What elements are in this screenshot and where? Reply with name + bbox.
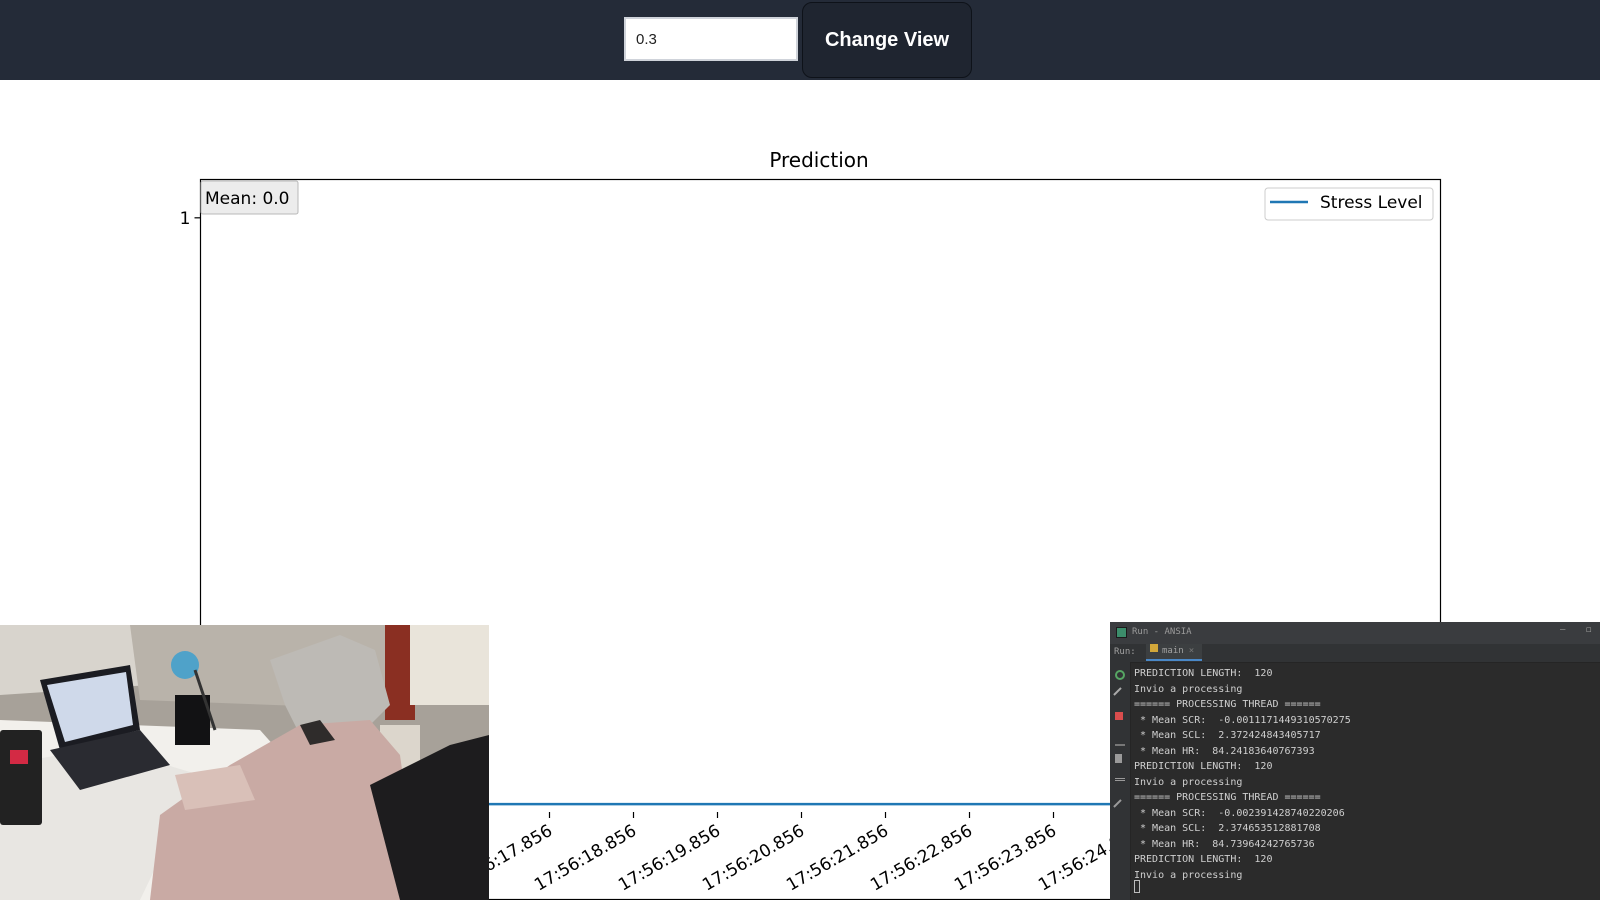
close-icon[interactable]: ◻ <box>1586 625 1591 635</box>
console-line: * Mean SCR: -0.0011171449310570275 <box>1134 714 1351 726</box>
console-line: * Mean SCL: 2.374653512881708 <box>1134 823 1321 834</box>
pycharm-icon <box>1116 627 1127 638</box>
mean-annotation: Mean: 0.0 <box>200 180 299 215</box>
mean-annotation-text: Mean: 0.0 <box>205 189 290 209</box>
trash-icon[interactable] <box>1115 754 1122 763</box>
wrench-icon[interactable] <box>1113 687 1129 703</box>
console-window-title: Run - ANSIA <box>1132 627 1192 637</box>
pin-icon[interactable] <box>1113 799 1129 815</box>
minimize-icon[interactable]: – <box>1560 625 1565 635</box>
console-line: Invio a processing <box>1134 683 1243 695</box>
console-line: * Mean HR: 84.24183640767393 <box>1134 745 1315 757</box>
console-output: PREDICTION LENGTH: 120 Invio a processing… <box>1134 666 1351 883</box>
tab-main[interactable]: main × <box>1146 644 1203 661</box>
tab-main-label: main <box>1162 646 1184 656</box>
webcam-video-overlay <box>0 625 489 900</box>
y-axis: 1 <box>180 209 201 229</box>
legend: Stress Level <box>1264 187 1434 221</box>
run-label: Run: <box>1114 647 1136 657</box>
console-line: ====== PROCESSING THREAD ====== <box>1134 792 1321 803</box>
scroll-icon[interactable] <box>1115 734 1125 746</box>
rerun-icon[interactable] <box>1115 670 1125 680</box>
console-side-toolbar <box>1110 662 1131 900</box>
console-cursor[interactable] <box>1134 880 1140 893</box>
console-line: PREDICTION LENGTH: 120 <box>1134 668 1273 679</box>
stop-icon[interactable] <box>1115 712 1123 720</box>
layout-icon[interactable] <box>1115 778 1125 785</box>
change-view-button[interactable]: Change View <box>802 2 972 78</box>
python-file-icon <box>1150 644 1158 652</box>
view-value-input[interactable] <box>624 17 798 61</box>
console-line: PREDICTION LENGTH: 120 <box>1134 854 1273 865</box>
webcam-frame-image <box>0 625 489 900</box>
legend-label-stress-level: Stress Level <box>1320 193 1423 213</box>
console-line: * Mean HR: 84.73964242765736 <box>1134 838 1315 850</box>
console-line: * Mean SCL: 2.372424843405717 <box>1134 730 1321 741</box>
y-tick-label: 1 <box>180 209 191 229</box>
console-titlebar: Run - ANSIA – ◻ <box>1110 622 1600 644</box>
chart-title: Prediction <box>769 148 868 172</box>
tab-close-icon[interactable]: × <box>1189 646 1194 656</box>
console-line: ====== PROCESSING THREAD ====== <box>1134 699 1321 710</box>
console-line: PREDICTION LENGTH: 120 <box>1134 761 1273 772</box>
console-line: * Mean SCR: -0.002391428740220206 <box>1134 807 1345 819</box>
console-line: Invio a processing <box>1134 869 1243 881</box>
console-run-bar: Run: main × <box>1110 644 1600 663</box>
run-console-window: Run - ANSIA – ◻ Run: main × PREDICTION LE… <box>1110 622 1600 900</box>
console-line: Invio a processing <box>1134 776 1243 788</box>
top-toolbar: Change View <box>0 0 1600 80</box>
